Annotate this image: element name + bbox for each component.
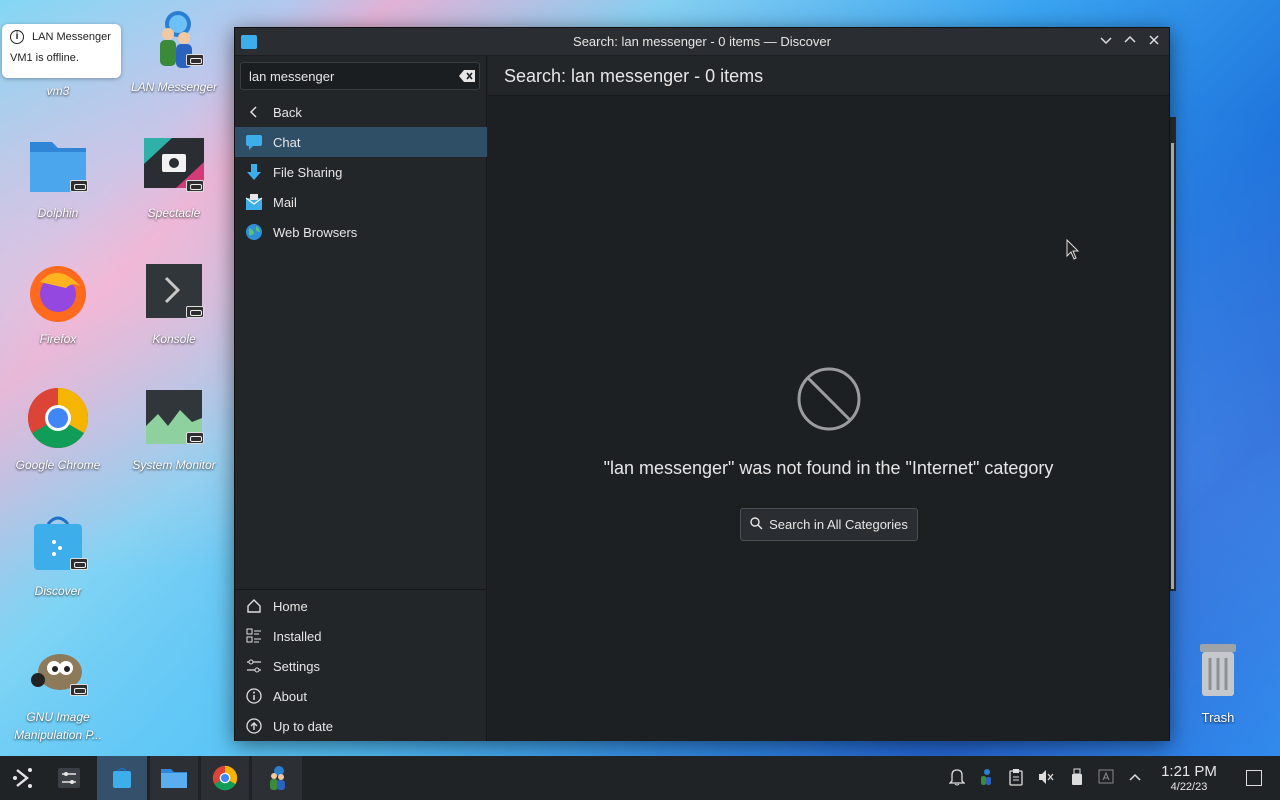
- search-icon: [750, 516, 763, 533]
- desktop-icon-dolphin[interactable]: Dolphin: [3, 134, 113, 222]
- shortcut-badge-icon: [186, 180, 204, 192]
- desktop-icon-trash[interactable]: Trash: [1176, 640, 1260, 725]
- clock-time: 1:21 PM: [1161, 763, 1217, 780]
- update-icon: [245, 717, 263, 735]
- chevron-up-icon: [1124, 35, 1136, 43]
- nav-mail[interactable]: Mail: [235, 187, 487, 217]
- nav-file-sharing[interactable]: File Sharing: [235, 157, 487, 187]
- shortcut-badge-icon: [186, 432, 204, 444]
- chrome-icon: [26, 386, 90, 450]
- desktop-icon-konsole[interactable]: Konsole: [119, 260, 229, 348]
- taskbar: 1:21 PM 4/22/23: [0, 756, 1280, 800]
- scrollbar-thumb[interactable]: [1171, 143, 1174, 589]
- shortcut-badge-icon: [70, 684, 88, 696]
- search-all-categories-button[interactable]: Search in All Categories: [740, 508, 918, 541]
- shortcut-badge-icon: [70, 180, 88, 192]
- trash-icon: [1186, 640, 1250, 704]
- nav-web-browsers[interactable]: Web Browsers: [235, 217, 487, 247]
- empty-message: "lan messenger" was not found in the "In…: [603, 458, 1054, 478]
- window-title: Search: lan messenger - 0 items — Discov…: [573, 34, 831, 49]
- mouse-cursor-icon: [1066, 238, 1080, 266]
- nav-installed[interactable]: Installed: [235, 621, 487, 651]
- sliders-icon: [58, 768, 80, 788]
- clear-search-icon[interactable]: [459, 69, 475, 82]
- notifications-bell-icon[interactable]: [948, 768, 966, 788]
- taskbar-dolphin[interactable]: [150, 756, 198, 800]
- sidebar-divider: [235, 589, 487, 590]
- discover-app-icon[interactable]: [241, 35, 257, 49]
- mail-icon: [245, 193, 263, 211]
- nav-settings[interactable]: Settings: [235, 651, 487, 681]
- chrome-icon: [212, 765, 238, 791]
- home-icon: [245, 597, 263, 615]
- minimize-button[interactable]: [1097, 33, 1115, 51]
- desktop-icon-system-monitor[interactable]: System Monitor: [119, 386, 229, 474]
- taskbar-chrome[interactable]: [201, 756, 249, 800]
- globe-icon: [245, 223, 263, 241]
- konsole-icon: [142, 260, 206, 324]
- nav-about[interactable]: About: [235, 681, 487, 711]
- usb-device-icon[interactable]: [1068, 768, 1086, 788]
- clock-date: 4/22/23: [1170, 781, 1208, 793]
- lan-messenger-tray-icon[interactable]: [977, 768, 995, 788]
- input-method-icon[interactable]: [1097, 768, 1115, 788]
- shortcut-badge-icon: [186, 54, 204, 66]
- title-bar[interactable]: Search: lan messenger - 0 items — Discov…: [235, 28, 1169, 56]
- maximize-button[interactable]: [1121, 33, 1139, 51]
- desktop-icon-google-chrome[interactable]: Google Chrome: [3, 386, 113, 474]
- settings-icon: [245, 657, 263, 675]
- search-input[interactable]: lan messenger: [240, 62, 480, 90]
- volume-muted-icon[interactable]: [1037, 768, 1055, 788]
- application-launcher[interactable]: [0, 756, 46, 800]
- digital-clock[interactable]: 1:21 PM 4/22/23: [1150, 764, 1228, 794]
- no-results-icon: [796, 366, 862, 432]
- info-icon: [245, 687, 263, 705]
- close-icon: [1149, 35, 1159, 45]
- discover-icon: [26, 512, 90, 576]
- gimp-icon: [26, 638, 90, 702]
- lan-messenger-icon: [270, 766, 285, 790]
- close-button[interactable]: [1145, 33, 1163, 51]
- launcher-icon: [13, 768, 32, 788]
- taskbar-system-settings[interactable]: [46, 756, 92, 800]
- page-title: Search: lan messenger - 0 items: [488, 56, 1169, 96]
- lan-messenger-icon: [142, 8, 206, 72]
- shortcut-badge-icon: [186, 306, 204, 318]
- nav-home[interactable]: Home: [235, 591, 487, 621]
- desktop-icon-gimp[interactable]: GNU Image Manipulation P...: [3, 638, 113, 744]
- folder-icon: [161, 769, 187, 788]
- chevron-down-icon: [1100, 37, 1112, 45]
- nav-back[interactable]: Back: [235, 97, 487, 127]
- taskbar-discover[interactable]: [97, 756, 147, 800]
- chat-icon: [245, 133, 263, 151]
- desktop-icon-firefox[interactable]: Firefox: [3, 260, 113, 348]
- installed-icon: [245, 627, 263, 645]
- notification-popup[interactable]: i LAN Messenger VM1 is offline.: [2, 24, 121, 78]
- clipboard-icon[interactable]: [1007, 768, 1025, 788]
- desktop-icon-spectacle[interactable]: Spectacle: [119, 134, 229, 222]
- desktop-icon-lan-messenger[interactable]: LAN Messenger: [119, 8, 229, 96]
- discover-window: Search: lan messenger - 0 items — Discov…: [234, 27, 1170, 741]
- show-desktop-button[interactable]: [1246, 770, 1262, 786]
- main-content: Search: lan messenger - 0 items "lan mes…: [488, 56, 1169, 741]
- notification-title: LAN Messenger: [32, 31, 111, 43]
- background-window-edge: [1170, 117, 1176, 591]
- spectacle-icon: [142, 134, 206, 198]
- desktop-icon-discover[interactable]: Discover: [3, 512, 113, 600]
- system-monitor-icon: [142, 386, 206, 450]
- taskbar-lan-messenger[interactable]: [252, 756, 302, 800]
- chevron-up-icon[interactable]: [1126, 768, 1144, 788]
- nav-up-to-date[interactable]: Up to date: [235, 711, 487, 741]
- discover-icon: [113, 767, 131, 788]
- folder-icon: [26, 134, 90, 198]
- nav-chat[interactable]: Chat: [235, 127, 487, 157]
- file-sharing-icon: [245, 163, 263, 181]
- back-arrow-icon: [245, 103, 263, 121]
- firefox-icon: [26, 260, 90, 324]
- notification-body: VM1 is offline.: [10, 52, 79, 64]
- info-icon: i: [10, 30, 24, 44]
- shortcut-badge-icon: [70, 558, 88, 570]
